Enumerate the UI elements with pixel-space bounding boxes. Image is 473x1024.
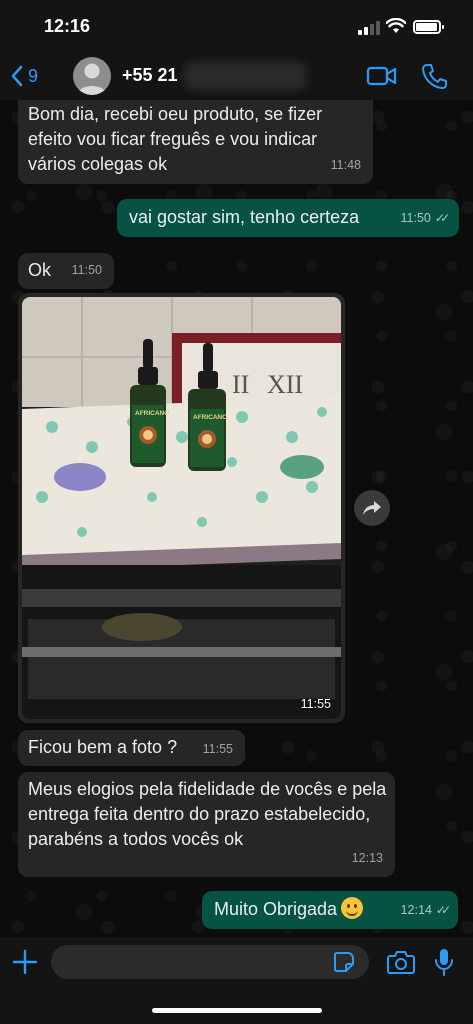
photo-image[interactable]: II XII AFRICANO AFRICANO 11:55 <box>22 297 341 719</box>
message-time-wrap: 11:50 ✓✓ <box>400 206 451 231</box>
forward-button[interactable] <box>354 490 390 526</box>
status-bar: 12:16 <box>0 0 473 52</box>
battery-icon <box>413 20 444 34</box>
smiling-face-emoji-icon <box>341 897 364 919</box>
message-text: Ok <box>28 260 52 280</box>
microphone-icon[interactable] <box>434 947 454 977</box>
avatar[interactable] <box>73 57 111 95</box>
read-ticks-icon: ✓✓ <box>434 211 450 225</box>
message-text-wrap: Muito Obrigada <box>214 897 364 922</box>
avatar-placeholder-icon <box>77 63 107 95</box>
unread-count: 9 <box>28 65 39 86</box>
video-call-icon[interactable] <box>366 64 398 88</box>
message-text: Muito Obrigada <box>214 899 338 919</box>
message-incoming[interactable]: Meus elogios pela fidelidade de vocês e … <box>18 772 395 877</box>
message-text: vai gostar sim, tenho certeza <box>129 207 360 227</box>
svg-text:II: II <box>232 370 249 399</box>
message-time: 11:50 <box>71 263 102 277</box>
contact-name[interactable]: +55 21 <box>122 65 178 86</box>
message-text: Meus elogios pela fidelidade de vocês e … <box>28 779 387 849</box>
message-time: 11:48 <box>330 158 361 172</box>
home-indicator[interactable] <box>152 1008 322 1013</box>
message-text: Ficou bem a foto ? <box>28 737 178 757</box>
message-incoming[interactable]: Ok 11:50 <box>18 253 114 289</box>
message-incoming[interactable]: Ficou bem a foto ? 11:55 <box>18 730 245 766</box>
bottle-label: AFRICANO <box>135 410 169 417</box>
chat-header: 9 +55 21 <box>0 52 473 100</box>
forward-icon <box>363 501 381 515</box>
read-ticks-icon: ✓✓ <box>435 903 451 917</box>
message-time: 11:55 <box>202 742 233 756</box>
bottle-label: AFRICANO <box>193 414 227 421</box>
message-time-wrap: 12:14 ✓✓ <box>400 898 451 923</box>
message-time: 11:50 <box>400 211 431 225</box>
message-input[interactable] <box>51 945 369 979</box>
phone-icon[interactable] <box>421 62 447 90</box>
back-chevron-icon <box>11 65 23 87</box>
camera-icon[interactable] <box>387 949 415 975</box>
message-outgoing[interactable]: Muito Obrigada 12:14 ✓✓ <box>202 891 458 929</box>
message-incoming[interactable]: Bom dia, recebi oeu produto, se fizer ef… <box>18 100 373 184</box>
redacted-phone-number <box>184 62 306 90</box>
status-time: 12:16 <box>44 16 91 36</box>
message-photo[interactable]: II XII AFRICANO AFRICANO 11:55 <box>18 293 345 723</box>
plus-icon[interactable] <box>12 949 38 975</box>
message-text: Bom dia, recebi oeu produto, se fizer ef… <box>28 104 323 174</box>
cellular-signal-icon <box>358 21 380 35</box>
product-photo: II XII AFRICANO AFRICANO <box>22 297 341 719</box>
message-time: 12:14 <box>400 903 432 917</box>
svg-text:XII: XII <box>267 370 303 399</box>
input-bar <box>0 937 473 1024</box>
wifi-icon <box>386 18 406 33</box>
back-button[interactable]: 9 <box>10 62 38 90</box>
message-outgoing[interactable]: vai gostar sim, tenho certeza 11:50 ✓✓ <box>117 199 459 237</box>
sticker-icon[interactable] <box>333 951 355 973</box>
message-time: 12:13 <box>351 851 383 865</box>
message-time: 11:55 <box>300 697 331 711</box>
